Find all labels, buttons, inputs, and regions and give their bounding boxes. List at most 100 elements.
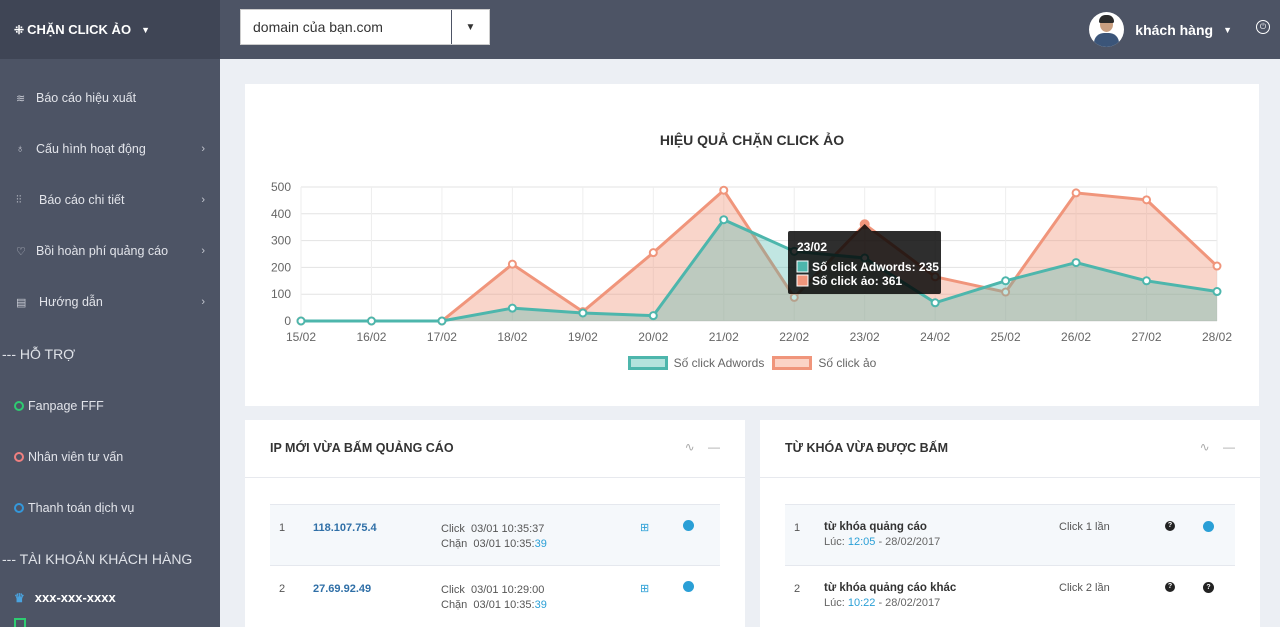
y-tick-label: 300: [271, 234, 291, 248]
keyword-time: Lúc: 10:22 - 28/02/2017: [824, 597, 940, 609]
calendar-icon[interactable]: [14, 618, 26, 627]
logout-icon[interactable]: ⏻: [1256, 20, 1270, 34]
x-tick-label: 25/02: [991, 330, 1021, 344]
windows-icon: ⊞: [640, 583, 650, 595]
click-time: 03/01 10:35:37: [470, 523, 545, 535]
minimize-icon[interactable]: —: [708, 440, 720, 454]
pin-icon: ♁: [16, 143, 25, 155]
x-tick-label: 17/02: [427, 330, 457, 344]
x-tick-label: 28/02: [1202, 330, 1232, 344]
x-tick-label: 18/02: [497, 330, 527, 344]
top-bar: ⁜ CHẶN CLICK ẢO ▼ domain của bạn.com ▼ k…: [0, 0, 1280, 59]
row-number: 2: [279, 583, 286, 595]
legend-item-click-ao[interactable]: Số click ảo: [772, 356, 876, 370]
legend-swatch: [772, 356, 813, 370]
data-point: [1071, 188, 1081, 198]
block-time-seconds: 39: [534, 599, 547, 611]
x-tick-label: 27/02: [1132, 330, 1162, 344]
sidebar-item-cau-hinh[interactable]: ♁ Cấu hình hoạt động ›: [0, 134, 220, 164]
data-point: [1212, 261, 1222, 271]
sidebar-item-huong-dan[interactable]: ▤ Hướng dẫn ›: [0, 287, 220, 317]
avatar: [1089, 12, 1125, 47]
chrome-icon: [683, 581, 694, 592]
chrome-icon: [1203, 521, 1214, 532]
panel-title: TỪ KHÓA VỪA ĐƯỢC BẤM: [785, 441, 949, 455]
click-time: 03/01 10:29:00: [470, 584, 545, 596]
pulse-icon[interactable]: ∿: [1200, 440, 1210, 454]
sliders-icon: ⫶⫶: [16, 193, 22, 206]
ip-link[interactable]: 27.69.92.49: [313, 583, 371, 595]
data-point: [437, 316, 447, 326]
tooltip-swatch: [796, 274, 809, 287]
click-label: Click: [441, 523, 465, 535]
table-row[interactable]: 2 từ khóa quảng cáo khác Lúc: 10:22 - 28…: [785, 565, 1235, 626]
brand-menu[interactable]: ⁜ CHẶN CLICK ẢO ▼: [0, 0, 220, 59]
user-menu[interactable]: khách hàng ▼: [1089, 12, 1232, 47]
row-number: 1: [279, 522, 286, 534]
ip-link[interactable]: 118.107.75.4: [313, 522, 377, 534]
chevron-right-icon: ›: [201, 245, 205, 257]
sidebar-item-bao-cao-chi-tiet[interactable]: ⫶⫶ Báo cáo chi tiết ›: [0, 185, 220, 215]
question-icon: ?: [1165, 521, 1175, 531]
area-chart: 0 100 200 300 400 500 15/02 16/02 17/02 18/02 19/0…: [271, 180, 1232, 344]
y-tick-label: 500: [271, 180, 291, 194]
account-id-item[interactable]: ♛ xxx-xxx-xxxx: [14, 590, 116, 605]
chrome-icon: [683, 520, 694, 531]
legend-item-adwords[interactable]: Số click Adwords: [627, 356, 764, 370]
data-point: [648, 311, 658, 321]
x-tick-label: 22/02: [779, 330, 809, 344]
chart-panel: HIỆU QUẢ CHẶN CLICK ẢO 0 100 200 300 400 500 1…: [245, 84, 1259, 406]
account-id: xxx-xxx-xxxx: [34, 590, 116, 605]
layers-icon: ≋: [16, 92, 26, 105]
heart-icon: ♡: [16, 245, 26, 258]
question-icon: ?: [1165, 582, 1175, 592]
y-tick-label: 200: [271, 260, 291, 274]
time-value: 10:22: [847, 597, 876, 609]
date-value: - 28/02/2017: [875, 536, 941, 548]
date-value: - 28/02/2017: [875, 597, 941, 609]
x-tick-label: 20/02: [638, 330, 668, 344]
click-count: Click 1 lần: [1059, 521, 1110, 533]
data-point: [1071, 258, 1081, 268]
click-count: Click 2 lần: [1059, 582, 1110, 594]
minimize-icon[interactable]: —: [1223, 440, 1235, 454]
table-row[interactable]: 1 từ khóa quảng cáo Lúc: 12:05 - 28/02/2…: [785, 504, 1235, 565]
keyword-text: từ khóa quảng cáo khác: [824, 582, 957, 594]
x-tick-label: 15/02: [286, 330, 316, 344]
data-point: [507, 303, 517, 313]
sidebar-item-label: Hướng dẫn: [39, 295, 103, 309]
brand-label: CHẶN CLICK ẢO: [27, 22, 132, 37]
sidebar-item-bao-cao-hieu-xuat[interactable]: ≋ Báo cáo hiệu xuất: [0, 83, 220, 113]
domain-select[interactable]: domain của bạn.com ▼: [240, 9, 490, 45]
circle-icon: [14, 503, 24, 513]
row-number: 1: [794, 522, 801, 534]
domain-value: domain của bạn.com: [253, 19, 383, 35]
support-section-title: --- HỖ TRỢ: [2, 346, 76, 362]
data-point: [507, 259, 517, 269]
time-value: 12:05: [847, 536, 876, 548]
caret-down-icon: ▼: [1223, 24, 1232, 35]
x-tick-label: 21/02: [709, 330, 739, 344]
sidebar-item-label: Cấu hình hoạt động: [36, 142, 146, 156]
trophy-icon: ♛: [14, 590, 25, 605]
brand-icon: ⁜: [14, 22, 25, 37]
table-row[interactable]: 1 118.107.75.4 Click 03/01 10:35:37 Chặn…: [270, 504, 720, 565]
sidebar-item-label: Báo cáo chi tiết: [39, 193, 125, 207]
sidebar: ≋ Báo cáo hiệu xuất ♁ Cấu hình hoạt động…: [0, 59, 220, 627]
table-row[interactable]: 2 27.69.92.49 Click 03/01 10:29:00 Chặn …: [270, 565, 720, 626]
time-label: Lúc:: [824, 536, 845, 548]
data-point: [719, 185, 729, 195]
account-section-title: --- TÀI KHOẢN KHÁCH HÀNG: [2, 551, 193, 567]
dropdown-button[interactable]: ▼: [451, 10, 489, 44]
tooltip-line: Số click Adwords: 235: [812, 260, 939, 274]
time-label: Lúc:: [824, 597, 845, 609]
chevron-right-icon: ›: [201, 296, 205, 308]
support-item-nhan-vien[interactable]: Nhân viên tư vấn: [14, 450, 123, 464]
pulse-icon[interactable]: ∿: [685, 440, 695, 454]
user-name: khách hàng: [1135, 21, 1214, 38]
support-item-thanh-toan[interactable]: Thanh toán dịch vụ: [14, 501, 134, 515]
sidebar-item-boi-hoan[interactable]: ♡ Bồi hoàn phí quảng cáo ›: [0, 236, 220, 266]
block-time-seconds: 39: [534, 538, 547, 550]
x-tick-label: 26/02: [1061, 330, 1091, 344]
support-item-fanpage[interactable]: Fanpage FFF: [14, 399, 104, 413]
